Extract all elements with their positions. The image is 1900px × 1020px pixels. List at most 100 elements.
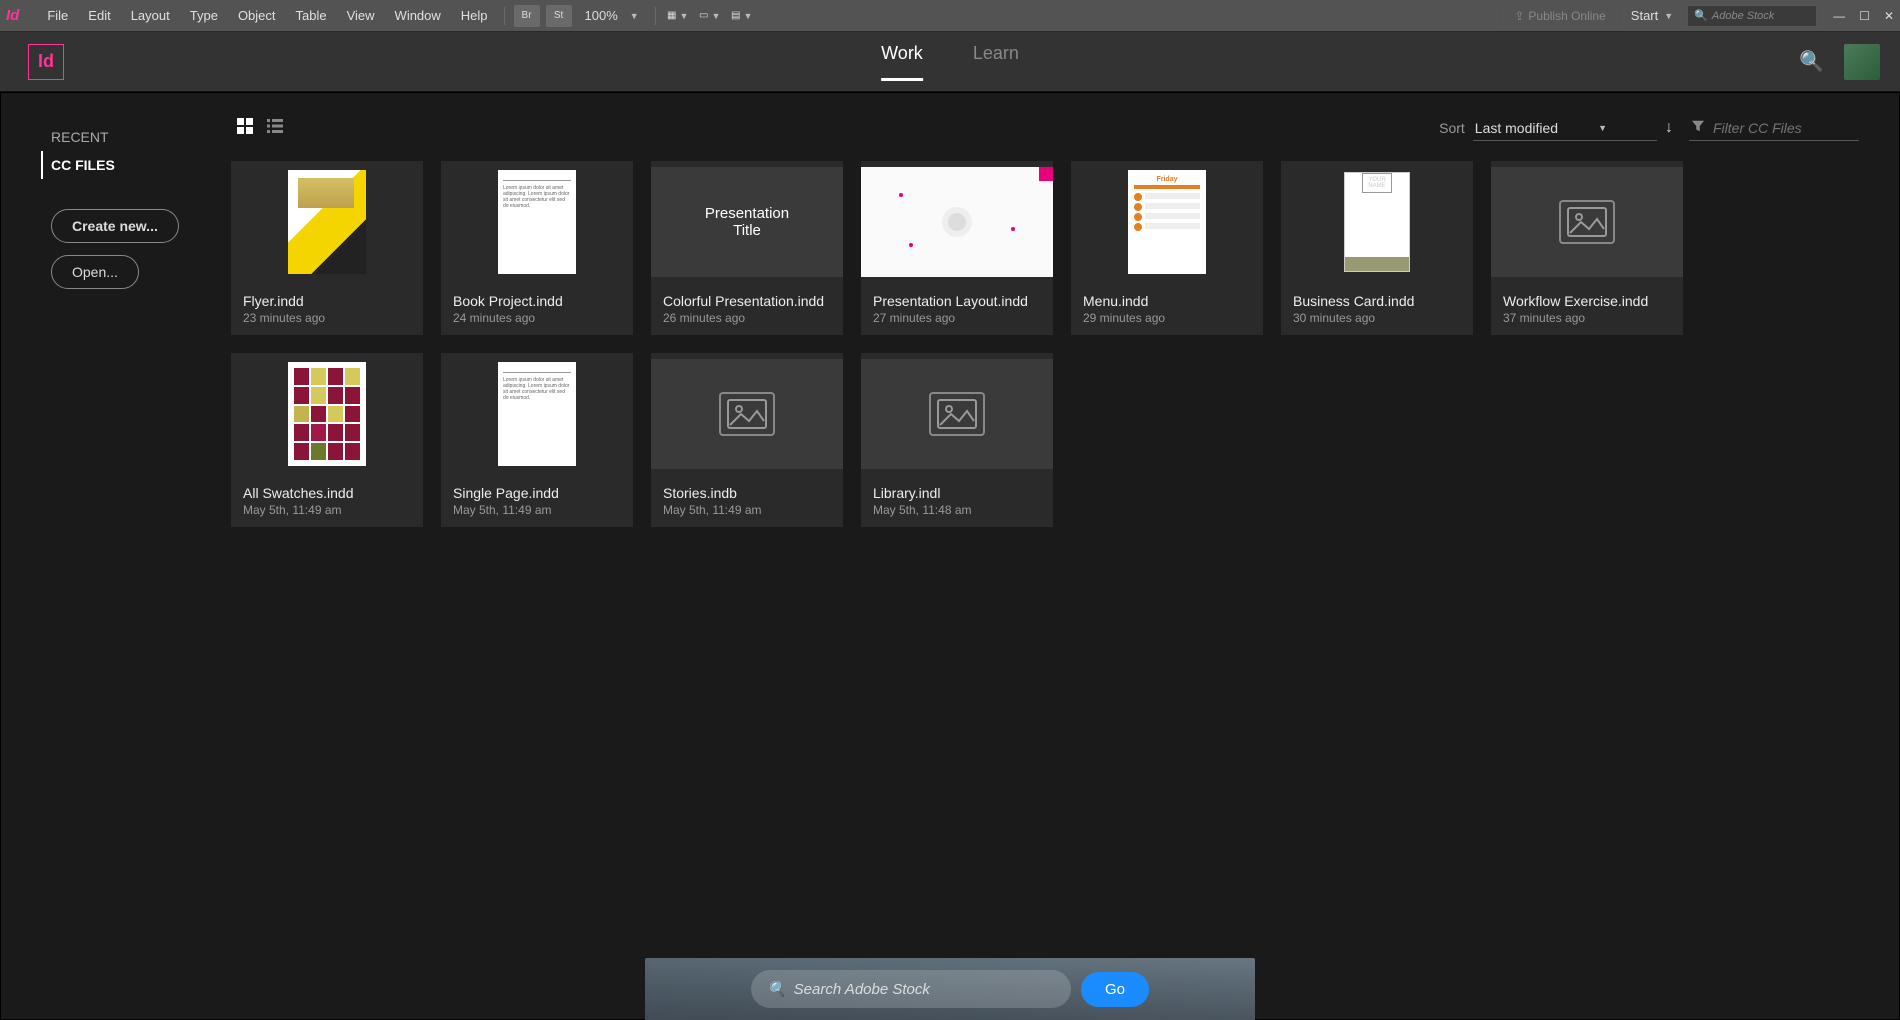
- menu-edit[interactable]: Edit: [78, 8, 120, 23]
- file-card[interactable]: All Swatches.inddMay 5th, 11:49 am: [231, 353, 423, 527]
- file-grid: Flyer.indd23 minutes ago Lorem ipsum dolo…: [231, 161, 1859, 527]
- thumbnail: [231, 161, 423, 283]
- publish-online-button[interactable]: ⇪ Publish Online: [1503, 5, 1616, 27]
- stock-banner-placeholder: Search Adobe Stock: [794, 981, 930, 998]
- open-button[interactable]: Open...: [51, 255, 139, 289]
- file-meta: Stories.indb May 5th, 11:49 am: [651, 475, 843, 527]
- app-logo: Id: [6, 7, 19, 24]
- sort-label: Sort: [1439, 120, 1465, 136]
- file-name: Business Card.indd: [1293, 293, 1461, 309]
- menu-view[interactable]: View: [337, 8, 385, 23]
- file-name: Single Page.indd: [453, 485, 621, 501]
- chevron-down-icon: ▼: [1664, 11, 1673, 21]
- close-button[interactable]: ✕: [1884, 9, 1894, 23]
- workspace-switcher[interactable]: Start ▼: [1623, 5, 1681, 26]
- thumbnail: PresentationTitle: [651, 161, 843, 283]
- menu-type[interactable]: Type: [180, 8, 228, 23]
- file-time: 37 minutes ago: [1503, 311, 1671, 325]
- upload-icon: ⇪: [1514, 9, 1524, 23]
- chevron-down-icon: ▼: [1598, 123, 1607, 133]
- menu-object[interactable]: Object: [228, 8, 286, 23]
- filter-icon: [1691, 119, 1705, 136]
- zoom-dropdown[interactable]: 100% ▼: [585, 8, 639, 23]
- thumbnail-flyer: [288, 170, 366, 274]
- file-card[interactable]: Workflow Exercise.indd37 minutes ago: [1491, 161, 1683, 335]
- thumbnail: Lorem ipsum dolor sit amet adipiscing. L…: [441, 353, 633, 475]
- file-time: 30 minutes ago: [1293, 311, 1461, 325]
- tab-learn[interactable]: Learn: [973, 43, 1019, 81]
- screen-mode-icon[interactable]: ▭▼: [697, 5, 723, 27]
- file-name: Flyer.indd: [243, 293, 411, 309]
- create-new-button[interactable]: Create new...: [51, 209, 179, 243]
- file-name: All Swatches.indd: [243, 485, 411, 501]
- menu-window[interactable]: Window: [385, 8, 451, 23]
- zoom-value: 100%: [585, 8, 618, 23]
- filter-field[interactable]: [1689, 115, 1859, 141]
- file-card[interactable]: Lorem ipsum dolor sit amet adipiscing. L…: [441, 161, 633, 335]
- list-view-button[interactable]: [267, 118, 283, 139]
- stock-banner-search[interactable]: 🔍 Search Adobe Stock: [751, 970, 1071, 1008]
- search-icon[interactable]: 🔍: [1799, 49, 1824, 74]
- thumbnail: [861, 161, 1053, 283]
- menu-layout[interactable]: Layout: [121, 8, 180, 23]
- file-meta: Flyer.indd23 minutes ago: [231, 283, 423, 335]
- file-name: Book Project.indd: [453, 293, 621, 309]
- view-options-icon[interactable]: ▦▼: [665, 5, 691, 27]
- thumbnail-swatches: [288, 362, 366, 466]
- file-card[interactable]: Stories.indb May 5th, 11:49 am: [651, 353, 843, 527]
- files-toolbar: Sort Last modified ▼ ↓: [231, 113, 1859, 143]
- bridge-icon[interactable]: Br: [514, 5, 540, 27]
- menubar: Id File Edit Layout Type Object Table Vi…: [0, 0, 1900, 32]
- menu-help[interactable]: Help: [451, 8, 498, 23]
- maximize-button[interactable]: ☐: [1859, 9, 1870, 23]
- file-meta: Library.indlMay 5th, 11:48 am: [861, 475, 1053, 527]
- file-time: May 5th, 11:49 am: [663, 503, 831, 517]
- thumbnail-document: Lorem ipsum dolor sit amet adipiscing. L…: [498, 170, 576, 274]
- grid-view-button[interactable]: [237, 118, 253, 139]
- file-card[interactable]: YOUR NAME Business Card.indd 30 minutes ag…: [1281, 161, 1473, 335]
- sidebar-item-recent[interactable]: RECENT: [51, 123, 231, 151]
- file-time: 24 minutes ago: [453, 311, 621, 325]
- thumbnail-placeholder: [651, 359, 843, 469]
- file-meta: Colorful Presentation.indd26 minutes ago: [651, 283, 843, 335]
- thumbnail-document: Lorem ipsum dolor sit amet adipiscing. L…: [498, 362, 576, 466]
- thumbnail: [231, 353, 423, 475]
- publish-label: Publish Online: [1528, 9, 1605, 23]
- file-card[interactable]: Flyer.indd23 minutes ago: [231, 161, 423, 335]
- tab-work[interactable]: Work: [881, 43, 923, 81]
- arrange-icon[interactable]: ▤▼: [729, 5, 755, 27]
- file-card[interactable]: FridayMenu.indd29 minutes ago: [1071, 161, 1263, 335]
- thumbnail-placeholder: [1491, 167, 1683, 277]
- menu-table[interactable]: Table: [286, 8, 337, 23]
- thumbnail-presentation-layout: [861, 167, 1053, 277]
- file-name: Colorful Presentation.indd: [663, 293, 831, 309]
- user-avatar[interactable]: [1844, 44, 1880, 80]
- sidebar-item-ccfiles[interactable]: CC FILES: [41, 151, 231, 179]
- stock-go-button[interactable]: Go: [1081, 972, 1149, 1007]
- file-meta: Book Project.indd 24 minutes ago: [441, 283, 633, 335]
- minimize-button[interactable]: —: [1833, 9, 1845, 23]
- content-area: RECENT CC FILES Create new... Open... So…: [0, 92, 1900, 1020]
- thumbnail-business-card: YOUR NAME: [1344, 172, 1410, 272]
- menu-file[interactable]: File: [37, 8, 78, 23]
- file-name: Library.indl: [873, 485, 1041, 501]
- file-meta: Business Card.indd 30 minutes ago: [1281, 283, 1473, 335]
- file-card[interactable]: Lorem ipsum dolor sit amet adipiscing. L…: [441, 353, 633, 527]
- file-meta: Menu.indd29 minutes ago: [1071, 283, 1263, 335]
- file-name: Stories.indb: [663, 485, 831, 501]
- sort-dropdown[interactable]: Last modified ▼: [1473, 116, 1657, 141]
- adobe-stock-search[interactable]: 🔍 Adobe Stock: [1687, 5, 1817, 27]
- file-name: Presentation Layout.indd: [873, 293, 1041, 309]
- file-card[interactable]: Presentation Layout.indd27 minutes ago: [861, 161, 1053, 335]
- file-card[interactable]: PresentationTitle Colorful Presentation.i…: [651, 161, 843, 335]
- sort-direction-button[interactable]: ↓: [1665, 119, 1673, 137]
- thumbnail: [651, 353, 843, 475]
- file-meta: Workflow Exercise.indd37 minutes ago: [1491, 283, 1683, 335]
- file-card[interactable]: Library.indlMay 5th, 11:48 am: [861, 353, 1053, 527]
- stock-icon[interactable]: St: [546, 5, 572, 27]
- divider: [504, 7, 505, 25]
- thumbnail-placeholder: [861, 359, 1053, 469]
- filter-input[interactable]: [1713, 120, 1857, 136]
- thumbnail-presentation: PresentationTitle: [651, 167, 843, 277]
- sidebar: RECENT CC FILES Create new... Open...: [1, 93, 231, 1019]
